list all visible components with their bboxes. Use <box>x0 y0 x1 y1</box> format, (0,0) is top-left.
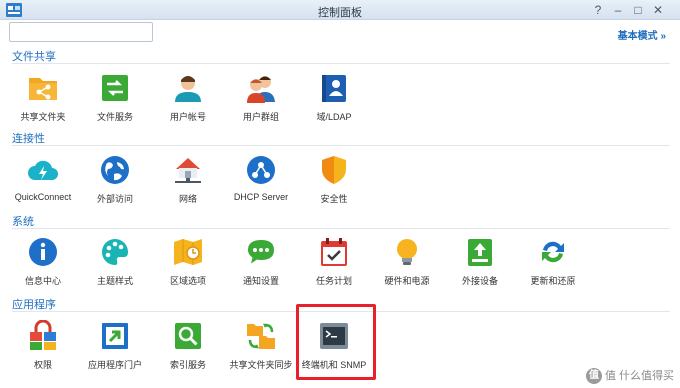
tile-task-scheduler[interactable]: 任务计划 <box>299 232 369 298</box>
tile-label: 共享文件夹 <box>20 112 66 122</box>
tile-label: 信息中心 <box>24 276 61 286</box>
tile-dhcp-server[interactable]: DHCP Server <box>226 150 296 216</box>
highlight-box <box>296 304 376 380</box>
indexing-service-icon <box>175 323 201 349</box>
update-restore-icon <box>542 241 564 263</box>
maximize-icon[interactable]: □ <box>630 2 646 18</box>
watermark-logo: 值 <box>585 368 602 384</box>
section-title-system: 系统 <box>12 216 34 228</box>
tile-label: 通知设置 <box>242 276 279 286</box>
tile-label: 任务计划 <box>315 276 352 286</box>
application-portal-icon <box>102 323 128 349</box>
title-bar: 控制面板 ? – □ ✕ <box>0 0 680 20</box>
hardware-power-icon <box>397 239 417 265</box>
notification-icon <box>248 240 274 264</box>
tile-label: DHCP Server <box>233 192 289 202</box>
regional-options-icon <box>174 239 202 265</box>
tile-indexing-service[interactable]: 索引服务 <box>153 316 223 382</box>
tile-label: 文件服务 <box>96 112 133 122</box>
security-icon <box>322 156 346 184</box>
watermark-text: 值 什么值得买 <box>604 369 674 382</box>
divider <box>12 228 670 229</box>
tile-label: QuickConnect <box>14 192 72 202</box>
tile-label: 硬件和电源 <box>384 276 430 286</box>
tile-privileges[interactable]: 权限 <box>8 316 78 382</box>
tile-security[interactable]: 安全性 <box>299 150 369 216</box>
search-input[interactable] <box>9 22 153 42</box>
basic-mode-link[interactable]: 基本模式 » <box>618 27 666 42</box>
external-access-icon <box>101 156 129 184</box>
divider <box>12 145 670 146</box>
close-icon[interactable]: ✕ <box>650 2 666 18</box>
quickconnect-icon <box>28 160 58 180</box>
basic-mode-label: 基本模式 <box>617 31 658 42</box>
tile-label: 用户帐号 <box>169 112 206 122</box>
divider <box>12 63 670 64</box>
info-center-icon <box>29 238 57 266</box>
tile-theme[interactable]: 主题样式 <box>80 232 150 298</box>
tile-label: 网络 <box>178 194 197 204</box>
tile-label: 区域选项 <box>169 276 206 286</box>
toolbar: 基本模式 » <box>0 20 680 46</box>
tile-external-devices[interactable]: 外接设备 <box>445 232 515 298</box>
tile-external-access[interactable]: 外部访问 <box>80 150 150 216</box>
tile-domain-ldap[interactable]: 域/LDAP <box>299 68 369 134</box>
tile-label: 域/LDAP <box>316 112 352 122</box>
group-icon <box>247 76 275 103</box>
tile-regional-options[interactable]: 区域选项 <box>153 232 223 298</box>
watermark: 值值 什么值得买 <box>585 367 674 384</box>
section-title-file-sharing: 文件共享 <box>12 51 56 63</box>
domain-ldap-icon <box>322 75 346 102</box>
chevron-right-icon: » <box>660 31 666 42</box>
window-title: 控制面板 <box>318 7 362 19</box>
tile-label: 安全性 <box>320 194 348 204</box>
theme-icon <box>102 239 128 265</box>
file-services-icon <box>102 75 128 101</box>
external-devices-icon <box>468 239 492 266</box>
tile-label: 用户群组 <box>242 112 279 122</box>
tile-network[interactable]: 网络 <box>153 150 223 216</box>
dhcp-server-icon <box>247 156 275 184</box>
tile-quickconnect[interactable]: QuickConnect <box>8 150 78 216</box>
tile-label: 应用程序门户 <box>87 360 142 370</box>
tile-label: 共享文件夹同步 <box>229 360 293 370</box>
privileges-icon <box>30 320 56 350</box>
tile-label: 索引服务 <box>169 360 206 370</box>
tile-label: 外接设备 <box>461 276 498 286</box>
tile-hardware-power[interactable]: 硬件和电源 <box>372 232 442 298</box>
minimize-icon[interactable]: – <box>610 2 626 18</box>
shared-folder-sync-icon <box>247 323 275 349</box>
tile-label: 权限 <box>33 360 52 370</box>
tile-application-portal[interactable]: 应用程序门户 <box>80 316 150 382</box>
tile-label: 外部访问 <box>96 194 133 204</box>
tile-user-group[interactable]: 用户群组 <box>226 68 296 134</box>
tile-file-services[interactable]: 文件服务 <box>80 68 150 134</box>
network-icon <box>175 158 201 183</box>
user-icon <box>175 76 201 102</box>
section-title-applications: 应用程序 <box>12 299 56 311</box>
tile-update-restore[interactable]: 更新和还原 <box>518 232 588 298</box>
task-scheduler-icon <box>321 238 347 266</box>
shared-folder-icon <box>29 78 57 100</box>
section-title-connectivity: 连接性 <box>12 133 45 145</box>
tile-user-account[interactable]: 用户帐号 <box>153 68 223 134</box>
tile-info-center[interactable]: 信息中心 <box>8 232 78 298</box>
tile-shared-folder-sync[interactable]: 共享文件夹同步 <box>226 316 296 382</box>
tile-label: 更新和还原 <box>530 276 576 286</box>
help-icon[interactable]: ? <box>590 2 606 18</box>
tile-notification[interactable]: 通知设置 <box>226 232 296 298</box>
tile-shared-folder[interactable]: 共享文件夹 <box>8 68 78 134</box>
tile-label: 主题样式 <box>96 276 133 286</box>
